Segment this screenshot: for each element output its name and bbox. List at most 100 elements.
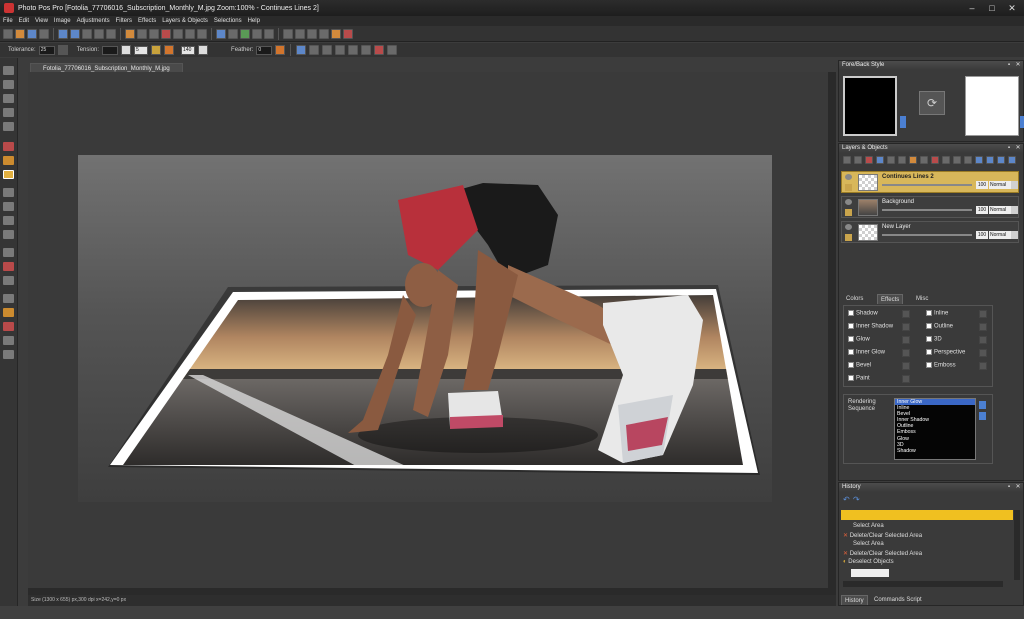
- text-tool-icon[interactable]: [3, 188, 14, 197]
- merge-all-icon[interactable]: [898, 156, 906, 164]
- selection-intersect-icon[interactable]: [335, 45, 346, 55]
- layer-lock-icon[interactable]: [964, 156, 972, 164]
- tab-misc[interactable]: Misc: [913, 294, 931, 304]
- selection-invert-icon[interactable]: [348, 45, 359, 55]
- visibility-eye-icon[interactable]: [845, 224, 852, 230]
- tab-effects[interactable]: Effects: [877, 294, 904, 304]
- grid-icon[interactable]: [173, 28, 183, 39]
- selection-mode-icon[interactable]: [296, 45, 307, 55]
- move-bottom-icon[interactable]: [1008, 156, 1016, 164]
- selection-copy-icon[interactable]: [361, 45, 372, 55]
- move-top-icon[interactable]: [975, 156, 983, 164]
- tension-input[interactable]: [102, 45, 119, 55]
- shape-color-icon[interactable]: [164, 45, 175, 55]
- layer-row[interactable]: Background 100 Normal: [841, 196, 1019, 218]
- delete-layer-icon[interactable]: [865, 156, 873, 164]
- redo-icon[interactable]: [70, 28, 80, 39]
- hue-icon[interactable]: [252, 28, 262, 39]
- eraser-tool-icon[interactable]: [3, 262, 14, 271]
- effect-shadow[interactable]: Shadow: [848, 310, 878, 317]
- duplicate-layer-icon[interactable]: [854, 156, 862, 164]
- open-folder-icon[interactable]: [15, 28, 25, 39]
- swap-colors-icon[interactable]: ⟳: [919, 91, 945, 115]
- undo-icon[interactable]: ↶: [843, 495, 850, 504]
- zoom-in-icon[interactable]: [185, 28, 195, 39]
- effect-paint[interactable]: Paint: [848, 375, 870, 382]
- selection-options-icon[interactable]: [387, 45, 398, 55]
- opacity-slider[interactable]: [882, 184, 972, 186]
- effect-inner-glow[interactable]: Inner Glow: [848, 349, 885, 356]
- save-icon[interactable]: [27, 28, 37, 39]
- width-input[interactable]: 5: [134, 45, 149, 55]
- visibility-eye-icon[interactable]: [845, 174, 852, 180]
- zoom-out-icon[interactable]: [197, 28, 207, 39]
- effect-settings-button[interactable]: [979, 362, 987, 370]
- checkbox[interactable]: [848, 310, 854, 316]
- selection-clear-icon[interactable]: [374, 45, 385, 55]
- effect-inline[interactable]: Inline: [926, 310, 948, 317]
- fore-style-icon[interactable]: [900, 116, 906, 128]
- new-file-icon[interactable]: [3, 28, 13, 39]
- checkbox[interactable]: [848, 349, 854, 355]
- pencil-tool-icon[interactable]: [3, 294, 14, 303]
- opacity-slider[interactable]: [882, 209, 972, 211]
- menu-adjustments[interactable]: Adjustments: [74, 18, 113, 24]
- effects-icon[interactable]: [319, 28, 329, 39]
- effect-emboss[interactable]: Emboss: [926, 362, 956, 369]
- tab-commands-script[interactable]: Commands Script: [871, 595, 925, 605]
- layer-lock-icon[interactable]: [845, 234, 852, 241]
- chevron-down-icon[interactable]: [1011, 231, 1018, 239]
- checkbox[interactable]: [926, 310, 932, 316]
- shape-tool-icon[interactable]: [3, 216, 14, 225]
- brightness-icon[interactable]: [216, 28, 226, 39]
- effect-settings-button[interactable]: [902, 349, 910, 357]
- opacity-slider[interactable]: [882, 234, 972, 236]
- red-eye-icon[interactable]: [161, 28, 171, 39]
- effect-settings-button[interactable]: [902, 362, 910, 370]
- opacity-value[interactable]: 100: [976, 231, 988, 239]
- menu-selections[interactable]: Selections: [211, 18, 245, 24]
- selection-add-icon[interactable]: [309, 45, 320, 55]
- back-style-icon[interactable]: [1020, 116, 1024, 128]
- layer-mask-icon[interactable]: [909, 156, 917, 164]
- chevron-down-icon[interactable]: [1011, 206, 1018, 214]
- history-item[interactable]: ✕ Delete/Clear Selected Area: [843, 550, 922, 557]
- sequence-list[interactable]: Inner Glow Inline Bevel Inner Shadow Out…: [894, 398, 976, 460]
- lasso-tool-icon[interactable]: [3, 122, 14, 131]
- checkbox[interactable]: [926, 323, 932, 329]
- levels-icon[interactable]: [264, 28, 274, 39]
- tolerance-spin-icon[interactable]: [57, 45, 68, 55]
- effect-perspective[interactable]: Perspective: [926, 349, 965, 356]
- layer-lock-icon[interactable]: [845, 184, 852, 191]
- menu-image[interactable]: Image: [51, 18, 74, 24]
- tab-colors[interactable]: Colors: [843, 294, 866, 304]
- water-drop-icon[interactable]: [307, 28, 317, 39]
- sequence-down-icon[interactable]: [979, 412, 986, 420]
- clone-tool-icon[interactable]: [3, 276, 14, 285]
- fill-tool-icon[interactable]: [3, 230, 14, 239]
- layer-fx-icon[interactable]: [953, 156, 961, 164]
- menu-edit[interactable]: Edit: [16, 18, 32, 24]
- effect-settings-button[interactable]: [979, 310, 987, 318]
- effect-settings-button[interactable]: [979, 336, 987, 344]
- paste-icon[interactable]: [106, 28, 116, 39]
- feather-icon[interactable]: [275, 45, 286, 55]
- vertical-scrollbar[interactable]: [828, 72, 836, 588]
- effect-settings-button[interactable]: [902, 323, 910, 331]
- effect-settings-button[interactable]: [902, 336, 910, 344]
- selection-tool-icon[interactable]: [3, 108, 14, 117]
- panel-close-icon[interactable]: ✕: [1014, 483, 1022, 492]
- effect-3d[interactable]: 3D: [926, 336, 942, 343]
- visibility-eye-icon[interactable]: [845, 199, 852, 205]
- history-vertical-scrollbar[interactable]: [1014, 510, 1020, 580]
- image-canvas[interactable]: [78, 155, 772, 502]
- close-button[interactable]: ✕: [1002, 0, 1022, 16]
- move-up-icon[interactable]: [986, 156, 994, 164]
- feather-input[interactable]: 0: [256, 45, 273, 55]
- menu-effects[interactable]: Effects: [135, 18, 159, 24]
- panel-close-icon[interactable]: ✕: [1014, 144, 1022, 153]
- tension-icon[interactable]: [121, 45, 132, 55]
- layer-clear-icon[interactable]: [931, 156, 939, 164]
- color-balance-icon[interactable]: [240, 28, 250, 39]
- history-item[interactable]: ✕ Delete/Clear Selected Area: [843, 532, 922, 539]
